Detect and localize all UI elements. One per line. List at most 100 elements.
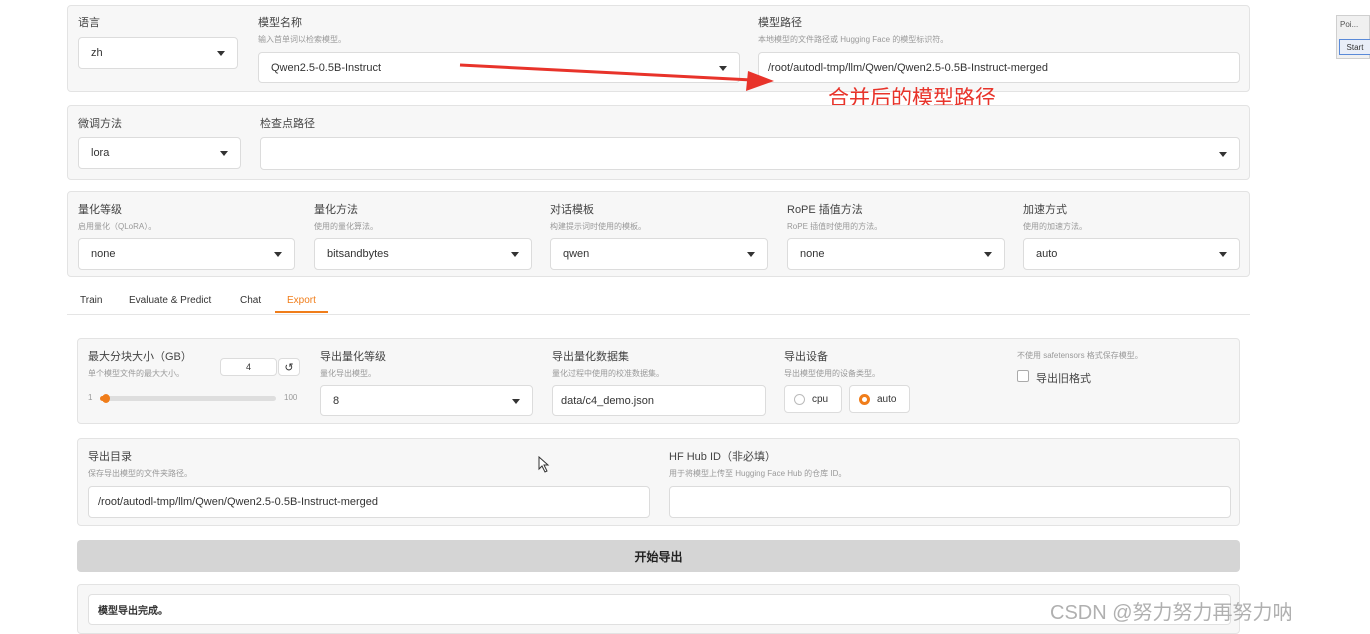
model-path-value: /root/autodl-tmp/llm/Qwen/Qwen2.5-0.5B-I… [768, 61, 1049, 74]
quant-method-value: bitsandbytes [327, 248, 389, 260]
language-value: zh [91, 47, 103, 59]
side-window-start-button[interactable]: Start [1339, 39, 1370, 55]
shard-size-hint: 单个模型文件的最大大小。 [88, 369, 184, 378]
hub-id-label: HF Hub ID（非必填） [669, 451, 776, 463]
rope-value: none [800, 248, 825, 260]
shard-size-slider-track[interactable] [100, 394, 276, 403]
export-quant-bit-value: 8 [333, 394, 340, 407]
chevron-down-icon [512, 398, 520, 404]
device-option-auto[interactable]: auto [849, 385, 910, 413]
reset-icon[interactable]: ↺ [278, 358, 300, 376]
export-quant-bit-label: 导出量化等级 [320, 351, 386, 363]
finetune-panel: 微调方法 lora 检查点路径 [67, 105, 1250, 180]
rope-dropdown[interactable]: none [787, 238, 1005, 270]
shard-size-label: 最大分块大小（GB） [88, 351, 192, 363]
chevron-down-icon [511, 252, 519, 257]
start-export-label: 开始导出 [634, 549, 683, 564]
radio-on-icon [859, 393, 870, 405]
tab-evaluate-predict[interactable]: Evaluate & Predict [129, 295, 211, 306]
start-export-button[interactable]: 开始导出 [77, 540, 1240, 572]
tab-bar: Train Evaluate & Predict Chat Export [67, 291, 1250, 315]
language-dropdown[interactable]: zh [78, 37, 238, 69]
finetune-method-value: lora [91, 147, 110, 159]
export-quant-bit-dropdown[interactable]: 8 [320, 385, 533, 416]
model-name-label: 模型名称 [258, 17, 302, 29]
model-name-value: Qwen2.5-0.5B-Instruct [271, 61, 382, 74]
device-option-cpu[interactable]: cpu [784, 385, 842, 413]
export-options-panel: 最大分块大小（GB） 单个模型文件的最大大小。 4 ↺ 1 100 导出量化等级… [77, 338, 1240, 424]
export-dir-hint: 保存导出模型的文件夹路径。 [88, 469, 192, 478]
quant-dataset-label: 导出量化数据集 [552, 351, 629, 363]
quant-method-dropdown[interactable]: bitsandbytes [314, 238, 532, 270]
quantization-panel: 量化等级 启用量化（QLoRA）。 none 量化方法 使用的量化算法。 bit… [67, 191, 1250, 277]
export-dir-label: 导出目录 [88, 451, 132, 463]
hub-id-input[interactable] [669, 486, 1231, 518]
checkpoint-label: 检查点路径 [260, 118, 315, 130]
model-path-input[interactable]: /root/autodl-tmp/llm/Qwen/Qwen2.5-0.5B-I… [758, 52, 1240, 83]
chevron-down-icon [984, 252, 992, 257]
finetune-method-dropdown[interactable]: lora [78, 137, 241, 169]
chevron-down-icon [220, 151, 228, 156]
tab-chat[interactable]: Chat [240, 295, 261, 306]
annotation-arrow [459, 63, 774, 91]
device-label: 导出设备 [784, 351, 828, 363]
quant-bit-label: 量化等级 [78, 204, 122, 216]
booster-label: 加速方式 [1023, 204, 1067, 216]
hub-id-hint: 用于将模型上传至 Hugging Face Hub 的仓库 ID。 [669, 469, 847, 478]
chevron-down-icon [1219, 252, 1227, 257]
model-name-dropdown[interactable]: Qwen2.5-0.5B-Instruct [258, 52, 740, 83]
shard-size-slider-handle[interactable] [102, 394, 110, 403]
watermark: CSDN @努力努力再努力呐 [1050, 602, 1293, 624]
quant-dataset-hint: 量化过程中使用的校准数据集。 [552, 369, 664, 378]
chevron-down-icon [1219, 151, 1227, 157]
shard-size-input[interactable]: 4 [220, 358, 277, 376]
model-path-hint: 本地模型的文件路径或 Hugging Face 的模型标识符。 [758, 35, 949, 44]
booster-dropdown[interactable]: auto [1023, 238, 1240, 270]
quant-bit-value: none [91, 248, 116, 260]
device-hint: 导出模型使用的设备类型。 [784, 369, 880, 378]
legacy-format-checkbox[interactable] [1017, 370, 1029, 382]
quant-method-hint: 使用的量化算法。 [314, 222, 378, 231]
template-dropdown[interactable]: qwen [550, 238, 768, 270]
template-label: 对话模板 [550, 204, 594, 216]
finetune-method-label: 微调方法 [78, 118, 122, 130]
radio-off-icon [794, 393, 805, 405]
quant-dataset-value: data/c4_demo.json [561, 394, 654, 407]
template-value: qwen [563, 248, 590, 260]
template-hint: 构建提示词时使用的模板。 [550, 222, 646, 231]
chevron-down-icon [747, 252, 755, 257]
legacy-format-hint: 不使用 safetensors 格式保存模型。 [1017, 351, 1143, 360]
export-dir-value: /root/autodl-tmp/llm/Qwen/Qwen2.5-0.5B-I… [98, 496, 379, 508]
legacy-format-label: 导出旧格式 [1036, 373, 1091, 385]
export-path-panel: 导出目录 保存导出模型的文件夹路径。 /root/autodl-tmp/llm/… [77, 438, 1240, 526]
mouse-cursor-icon [538, 456, 550, 473]
booster-value: auto [1036, 248, 1058, 260]
chevron-down-icon [274, 252, 282, 257]
quant-dataset-input[interactable]: data/c4_demo.json [552, 385, 766, 416]
quant-method-label: 量化方法 [314, 204, 358, 216]
shard-size-value: 4 [245, 362, 251, 372]
side-window-title: Poi... [1340, 20, 1359, 29]
shard-size-min: 1 [88, 393, 93, 402]
rope-label: RoPE 插值方法 [787, 204, 863, 216]
device-option-auto-label: auto [877, 393, 897, 405]
chevron-down-icon [217, 51, 225, 56]
checkpoint-dropdown[interactable] [260, 137, 1240, 170]
quant-bit-dropdown[interactable]: none [78, 238, 295, 270]
output-text: 模型导出完成。 [98, 606, 168, 617]
booster-hint: 使用的加速方法。 [1023, 222, 1087, 231]
quant-bit-hint: 启用量化（QLoRA）。 [78, 222, 157, 231]
shard-size-max: 100 [284, 393, 298, 402]
rope-hint: RoPE 插值时使用的方法。 [787, 222, 883, 231]
model-path-label: 模型路径 [758, 17, 802, 29]
export-dir-input[interactable]: /root/autodl-tmp/llm/Qwen/Qwen2.5-0.5B-I… [88, 486, 650, 518]
tab-train[interactable]: Train [80, 295, 102, 306]
chevron-down-icon [719, 65, 727, 71]
export-quant-bit-hint: 量化导出模型。 [320, 369, 376, 378]
model-name-hint: 输入首单词以检索模型。 [258, 35, 346, 44]
side-window: Poi... Start [1336, 15, 1370, 59]
device-option-cpu-label: cpu [812, 393, 829, 405]
model-settings-panel: 语言 zh 模型名称 输入首单词以检索模型。 Qwen2.5-0.5B-Inst… [67, 5, 1250, 92]
language-label: 语言 [78, 17, 100, 29]
tab-export[interactable]: Export [275, 295, 328, 313]
